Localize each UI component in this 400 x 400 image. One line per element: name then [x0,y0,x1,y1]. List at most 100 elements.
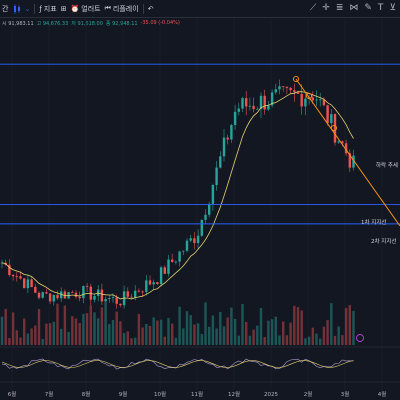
candle-body [226,137,229,140]
candle-body [145,280,148,292]
time-axis-label: 2월 [304,390,313,398]
candle-body [26,279,30,289]
candle-body [274,89,277,93]
volume-bar [326,320,329,345]
candle-body [330,114,333,124]
candle-body [163,267,166,274]
candle-body [108,298,111,300]
volume-bar [156,320,159,345]
volume-bar [304,338,307,345]
volume-bar [108,324,111,345]
volume-bar [26,333,30,345]
volume-bar [241,303,244,345]
volume-bar [300,310,303,345]
candle-body [248,105,252,107]
volume-bar [174,337,178,345]
volume-bar [274,316,277,345]
volume-bar [74,318,78,345]
candle-body [233,111,237,126]
candle-body [337,141,340,143]
price-chart[interactable]: 6월 7월 8월 9월 10월 11월 12월 2025 2월 3월 4월 [0,0,400,400]
volume-bar [104,302,107,345]
candle-body [134,290,137,298]
candle-body [200,219,203,236]
candle-body [89,286,92,300]
candle-body [159,267,163,285]
candle-body [196,235,200,244]
volume-bar [330,303,333,345]
candle-body [237,108,240,112]
candle-body [296,92,300,94]
candle-body [245,98,248,107]
time-axis-label: 12월 [228,390,240,398]
candle-body [185,240,189,251]
time-axis-label: 10월 [154,390,166,398]
volume-bar [296,307,300,345]
volume-bar [252,329,255,345]
time-axis-label: 9월 [119,390,128,398]
candle-body [19,276,22,279]
candle-body [293,90,296,93]
candle-body [319,99,322,101]
volume-bar [248,335,252,345]
candle-body [52,294,55,302]
volume-bar [19,337,22,345]
candle-body [333,114,337,143]
volume-bar [270,319,274,345]
volume-bar [119,321,122,345]
candle-body [111,297,115,299]
candle-body [30,279,33,287]
candle-body [74,292,78,297]
volume-bar [311,327,314,345]
downtrend-line [295,78,400,227]
volume-bar [211,315,215,345]
volume-bar [45,323,48,345]
volume-bar [159,319,163,345]
candle-body [11,275,15,277]
volume-bar [30,328,33,345]
candle-body [178,251,181,262]
trend-label: 하락 추세 [376,163,398,169]
candle-body [41,292,44,298]
candle-body [182,250,185,252]
candle-body [230,125,233,140]
volume-bar [60,328,63,345]
volume-bar [137,314,141,345]
volume-bar [189,315,192,345]
volume-bar [322,326,326,345]
moving-average-line [1,91,354,300]
volume-bar [78,322,81,345]
volume-bar [348,305,351,345]
candle-body [278,86,281,90]
volume-bar [8,338,11,345]
volume-bar [15,330,18,345]
volume-bar [145,323,148,345]
time-axis-label: 8월 [82,390,91,398]
candle-body [148,280,152,285]
candle-body [82,286,85,299]
volume-bar [196,323,200,345]
volume-bar [319,338,322,345]
volume-bar [171,323,174,345]
volume-bar [263,337,266,345]
candle-body [263,95,266,110]
candle-body [222,137,226,157]
candle-body [326,105,329,124]
volume-bar [115,311,118,345]
candle-body [23,278,26,289]
candle-body [126,291,129,297]
volume-bar [4,308,7,345]
volume-bar [56,303,59,345]
volume-bar [178,306,181,345]
support2-label: 2차 지지선 [371,239,397,245]
candle-body [45,292,48,294]
volume-bar [185,311,189,345]
candle-body [141,291,144,293]
volume-bar [333,335,337,345]
volume-bar [226,317,229,345]
volume-bar [0,316,4,345]
volume-bar [293,305,296,345]
volume-bar [219,312,222,345]
volume-bar [85,313,89,345]
volume-bar [152,317,155,345]
